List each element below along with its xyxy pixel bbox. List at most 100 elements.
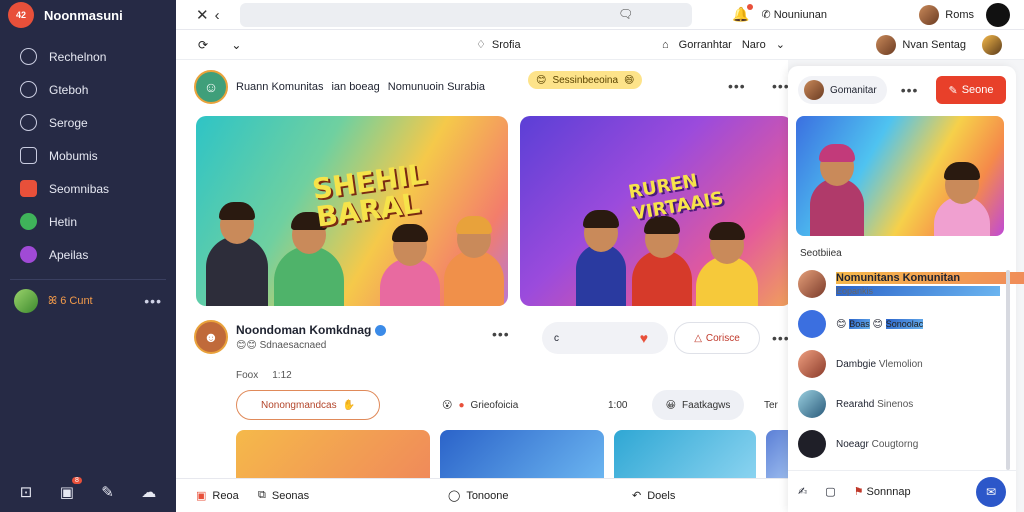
avatar [798, 390, 826, 418]
post-subtitle: Nomunuoin Surabia [387, 81, 486, 93]
list-item[interactable]: 😊 Boas 😊 Sonoolac [798, 304, 1004, 344]
bottom-action[interactable]: ▣ Reoa [196, 489, 239, 503]
panel-action-button[interactable]: ✎ Seone [936, 76, 1006, 104]
list-item[interactable]: Noeagr Cougtorng [798, 424, 1004, 464]
avatar[interactable]: ☺ [194, 70, 228, 104]
thumbnail[interactable] [614, 430, 756, 478]
post-author[interactable]: Noondoman Komkdnag [236, 323, 371, 337]
sidebar-item-gteboh[interactable]: Gteboh [0, 73, 176, 106]
more-icon[interactable]: ••• [728, 78, 746, 94]
notifications-label[interactable]: ✆ Nouniunan [761, 8, 827, 21]
address-bar[interactable]: 🗨 [240, 2, 692, 27]
panel-section-title: Seotbiiea [800, 248, 842, 259]
sidebar-item-mobumis[interactable]: Mobumis [0, 139, 176, 172]
bottom-action[interactable]: ↶ Doels [632, 489, 675, 503]
toolbar-profile-label: Nvan Sentag [902, 38, 966, 51]
compose-fab-button[interactable]: ✉ [976, 476, 1006, 507]
draw-icon[interactable]: ✍ [798, 485, 807, 498]
bottom-action-label: Tonoone [466, 489, 509, 502]
nav-controls: ✕‹ [176, 6, 240, 24]
close-icon[interactable]: ✕ [196, 7, 215, 24]
feed: ☺ Ruann Komunitas ian boeag Nomunuoin Su… [176, 60, 796, 478]
kid-figure [632, 216, 692, 306]
emoji-icon: 😀 [665, 399, 677, 411]
list-item[interactable]: Rearahd Sinenos [798, 384, 1004, 424]
chat-bubble-icon[interactable]: 🗨 [618, 7, 633, 21]
toolbar-profile[interactable]: Nvan Sentag [876, 34, 1002, 55]
bottom-action[interactable]: ◯ Tonoone [448, 489, 509, 503]
post-author[interactable]: Ruann Komunitas [236, 81, 323, 93]
panel-profile-chip[interactable]: Gomanitar [798, 76, 887, 104]
panel-banner-image[interactable] [796, 116, 1004, 236]
list-item-text: Noeagr Cougtorng [836, 439, 918, 450]
account-icon[interactable] [986, 2, 1010, 27]
post-subtitle-wrap: 😊😊 Sdnaesacnaed [236, 340, 327, 351]
sidebar-item-rechelnon[interactable]: Rechelnon [0, 40, 176, 73]
more-icon[interactable]: ••• [901, 82, 919, 98]
chip[interactable]: Ter [764, 390, 778, 420]
sidebar-item-label: Mobumis [49, 148, 98, 163]
kid-figure [206, 202, 268, 306]
emoji-icon: 😄 [624, 74, 635, 86]
share-button[interactable]: △ Corisce [674, 322, 760, 354]
toolbar: ⟳ ⌄ ♢ Srofia ⌂ Gorranhtar Naro ⌄ Nvan Se… [176, 30, 1024, 60]
more-icon[interactable]: ••• [492, 326, 510, 342]
record-icon: ● [458, 399, 465, 411]
inbox-icon[interactable]: ▣ 8 [60, 477, 82, 501]
message-icon[interactable]: ▢ [825, 485, 835, 498]
toolbar-left[interactable]: ⟳ ⌄ [176, 38, 476, 52]
list-item-text: Rearahd Sinenos [836, 399, 913, 410]
heart-icon: ♥ [639, 330, 648, 346]
sidebar-item-hetin[interactable]: Hetin [0, 205, 176, 238]
reaction-pill[interactable]: 😊 Sessinbeeoina 😄 [528, 71, 643, 89]
back-icon[interactable]: ‹ [215, 7, 226, 24]
thumbnail[interactable] [236, 430, 430, 478]
scrollbar[interactable] [1006, 270, 1010, 470]
list-item[interactable]: Dambgie Vlemolion [798, 344, 1004, 384]
thumbnail[interactable] [440, 430, 604, 478]
sidebar-item-seomnibas[interactable]: Seomnibas [0, 172, 176, 205]
share-label: Corisce [705, 332, 740, 344]
profile-menu[interactable]: Roms [919, 4, 974, 25]
chip-label: 1:00 [608, 399, 628, 411]
chip-primary[interactable]: Nonongmandcas ✋ [236, 390, 380, 420]
post-banner-image[interactable]: RUREN VIRTAAIS [520, 116, 792, 306]
chip[interactable]: 😀 Faatkagws [652, 390, 744, 420]
sidebar-user[interactable]: ꕤ 6 Cunt ••• [0, 286, 176, 316]
panel-footer-action[interactable]: ⚑ Sonnnap [854, 485, 911, 498]
chip-label: Faatkagws [682, 399, 731, 411]
bottom-action-label: Reoa [212, 489, 239, 502]
chip-label: Ter [764, 399, 778, 411]
post-banner-image[interactable]: SHEHIL BARAL [196, 116, 508, 306]
bell-icon[interactable]: 🔔 [732, 4, 754, 23]
avatar[interactable]: ☻ [194, 320, 228, 354]
toolbar-label-1: Gorranhtar [678, 38, 732, 51]
chevron-down-icon[interactable]: ⌄ [776, 38, 785, 51]
sidebar-item-seroge[interactable]: Seroge [0, 106, 176, 139]
app-badge[interactable]: 42 [8, 2, 34, 28]
top-bar: ✕‹ 🗨 🔔 ✆ Nouniunan Roms [176, 0, 1024, 30]
list-item-title: Nomunitans Komunitan [836, 272, 1024, 284]
reaction-label: Sessinbeeoina [552, 74, 619, 86]
avatar [798, 270, 826, 298]
kid-figure [934, 162, 990, 236]
cloud-icon[interactable]: ☁ [141, 483, 156, 501]
more-icon[interactable]: ••• [144, 293, 162, 309]
sidebar-item-apeilas[interactable]: Apeilas [0, 238, 176, 271]
banner-title: SHEHIL BARAL [310, 157, 432, 233]
compose-icon[interactable]: ⊡ [20, 483, 33, 501]
reaction-label: c [554, 332, 559, 344]
feather-icon[interactable]: ✎ [101, 483, 114, 501]
toolbar-right[interactable]: ⌂ Gorranhtar Naro ⌄ [662, 38, 785, 52]
sidebar-item-label: Seomnibas [49, 181, 110, 196]
reaction-button[interactable]: c ♥ [542, 322, 668, 354]
chat-icon [798, 310, 826, 338]
avatar [798, 430, 826, 458]
bottom-action[interactable]: ⧉ Seonas [258, 489, 309, 502]
chip[interactable]: 😮 ● Grieofoicia [442, 390, 518, 420]
chip[interactable]: 1:00 [608, 390, 627, 420]
toolbar-center[interactable]: ♢ Srofia [476, 38, 676, 52]
post-header: ☻ Noondoman Komkdnag 😊😊 Sdnaesacnaed [194, 320, 387, 354]
panel-header: Gomanitar ••• ✎ Seone [798, 76, 1006, 104]
list-item[interactable]: Nomunitans Komunitan Eopankis ••• [798, 264, 1024, 304]
